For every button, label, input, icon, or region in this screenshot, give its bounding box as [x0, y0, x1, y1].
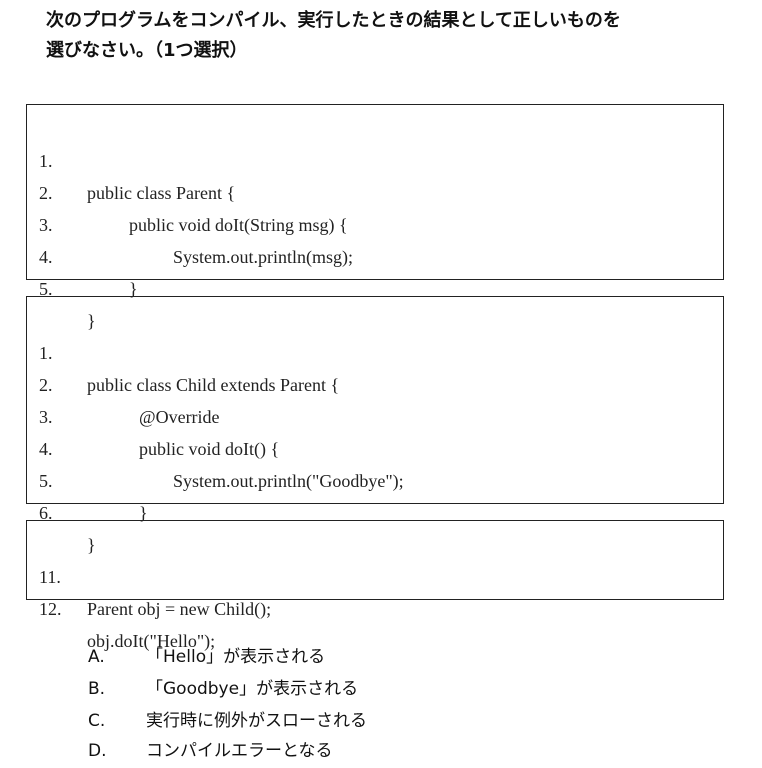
- option-text: コンパイルエラーとなる: [146, 741, 333, 761]
- code-block-usage: 11. Parent obj = new Child(); 12. obj.do…: [26, 520, 724, 651]
- code-line: 5. }: [27, 433, 723, 523]
- code-block-child: 1. public class Child extends Parent { 2…: [26, 296, 724, 555]
- option-a[interactable]: A. 「Hello」が表示される: [0, 642, 762, 672]
- code-line: 5. }: [27, 241, 723, 331]
- code-line: 2. public void doIt(String msg) {: [27, 145, 723, 235]
- code-text: Parent obj = new Child();: [87, 599, 272, 619]
- code-line: 1. public class Child extends Parent {: [27, 305, 723, 395]
- question-line-1: 次のプログラムをコンパイル、実行したときの結果として正しいものを: [46, 10, 621, 31]
- option-letter: C.: [88, 711, 106, 731]
- option-b[interactable]: B. 「Goodbye」が表示される: [0, 674, 762, 704]
- line-number: 12.: [39, 599, 62, 619]
- option-d[interactable]: D. コンパイルエラーとなる: [0, 736, 762, 766]
- code-line: 3. System.out.println(msg);: [27, 177, 723, 267]
- code-line: 1. public class Parent {: [27, 113, 723, 203]
- option-text: 「Hello」が表示される: [146, 647, 326, 667]
- question-line-2: 選びなさい。（1つ選択）: [46, 40, 248, 61]
- code-line: 12. obj.doIt("Hello");: [27, 561, 723, 651]
- code-line: 6. }: [27, 465, 723, 555]
- option-letter: B.: [88, 679, 106, 699]
- question-text: 次のプログラムをコンパイル、実行したときの結果として正しいものを 選びなさい。（…: [46, 6, 746, 66]
- option-text: 「Goodbye」が表示される: [146, 679, 359, 699]
- code-line: 4. System.out.println("Goodbye");: [27, 401, 723, 491]
- option-letter: A.: [88, 647, 105, 667]
- code-line: 4. }: [27, 209, 723, 299]
- code-block-parent: 1. public class Parent { 2. public void …: [26, 104, 724, 331]
- code-line: 11. Parent obj = new Child();: [27, 529, 723, 619]
- option-c[interactable]: C. 実行時に例外がスローされる: [0, 706, 762, 736]
- option-letter: D.: [88, 741, 107, 761]
- code-line: 3. public void doIt() {: [27, 369, 723, 459]
- code-line: 2. @Override: [27, 337, 723, 427]
- option-text: 実行時に例外がスローされる: [146, 711, 367, 731]
